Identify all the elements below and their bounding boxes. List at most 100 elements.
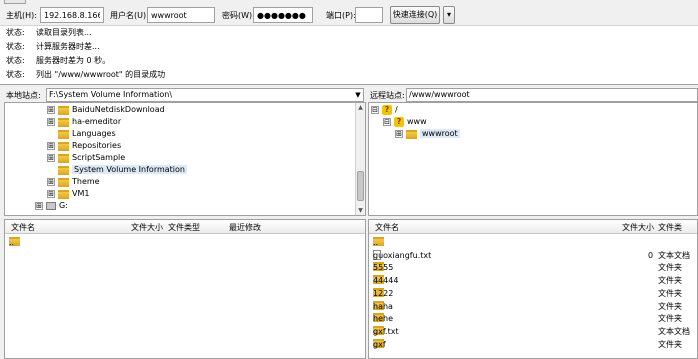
file-name: 1222 bbox=[373, 288, 394, 298]
quickconnect-bar: 主机(H): 用户名(U): 密码(W): 端口(P): 快速连接(Q) ▾ bbox=[0, 4, 698, 26]
file-row[interactable]: .. bbox=[5, 237, 365, 249]
tree-node-selected[interactable]: ⊞ wwwroot bbox=[395, 128, 460, 140]
log-line: 状态: 列出 "/www/wwwroot" 的目录成功 bbox=[6, 70, 166, 79]
port-label: 端口(P): bbox=[326, 11, 356, 20]
local-path-combobox[interactable]: F:\System Volume Information\ ▼ bbox=[46, 88, 364, 102]
file-row[interactable]: 44444 文件夹 bbox=[369, 275, 697, 287]
quickconnect-button[interactable]: 快速连接(Q) bbox=[390, 6, 440, 24]
column-header-filetype[interactable]: 文件类 bbox=[658, 222, 682, 233]
file-row[interactable]: 5555 文件夹 bbox=[369, 262, 697, 274]
column-header-filename[interactable]: 文件名 bbox=[375, 222, 399, 233]
local-file-list[interactable]: 文件名 文件大小 文件类型 最近修改 .. bbox=[4, 219, 366, 359]
file-name: gxf.txt bbox=[373, 326, 399, 336]
file-row[interactable]: guoxiangfu.txt 0 文本文档 bbox=[369, 249, 697, 262]
folder-icon bbox=[58, 165, 69, 175]
file-type: 文本文档 bbox=[658, 326, 690, 336]
tree-node[interactable]: ⊟? www bbox=[383, 116, 427, 128]
file-name: 5555 bbox=[373, 263, 394, 273]
file-name: .. bbox=[9, 238, 15, 247]
local-site-label: 本地站点: bbox=[6, 91, 41, 100]
username-input[interactable] bbox=[147, 7, 215, 23]
folder-icon bbox=[58, 177, 69, 187]
chevron-down-icon[interactable]: ▼ bbox=[353, 89, 363, 101]
tree-node-selected[interactable]: System Volume Information bbox=[47, 164, 187, 176]
file-row[interactable]: .. bbox=[369, 237, 697, 249]
tree-node[interactable]: ⊞ Theme bbox=[47, 176, 100, 188]
tree-node-drive[interactable]: ⊞ G: bbox=[35, 200, 68, 212]
remote-file-list-header: 文件名 文件大小 文件类 bbox=[369, 220, 697, 234]
file-name: .. bbox=[373, 238, 379, 247]
folder-icon bbox=[58, 129, 69, 139]
host-label: 主机(H): bbox=[6, 11, 37, 20]
local-directory-tree[interactable]: ⊞ BaiduNetdiskDownload ⊞ ha-emeditor Langu… bbox=[4, 102, 366, 216]
collapse-icon[interactable]: ⊟ bbox=[383, 118, 391, 126]
file-row[interactable]: haha 文件夹 bbox=[369, 300, 697, 313]
expand-icon[interactable]: ⊞ bbox=[47, 178, 55, 186]
drive-icon bbox=[46, 202, 56, 210]
file-type: 文件夹 bbox=[658, 301, 682, 311]
log-line: 状态: 计算服务器时差... bbox=[6, 42, 100, 51]
expand-icon[interactable]: ⊞ bbox=[47, 106, 55, 114]
log-line: 状态: 读取目录列表... bbox=[6, 28, 92, 37]
tree-node[interactable]: ⊟? / bbox=[371, 104, 398, 116]
file-name: hehe bbox=[373, 314, 393, 324]
local-file-list-header: 文件名 文件大小 文件类型 最近修改 bbox=[5, 220, 365, 234]
expand-icon[interactable]: ⊞ bbox=[47, 118, 55, 126]
local-path-text: F:\System Volume Information\ bbox=[49, 90, 173, 99]
local-site-bar: 本地站点: F:\System Volume Information\ ▼ bbox=[4, 88, 364, 102]
username-label: 用户名(U): bbox=[110, 11, 149, 20]
file-type: 文本文档 bbox=[658, 250, 690, 260]
port-input[interactable] bbox=[355, 7, 383, 23]
file-type: 文件夹 bbox=[658, 276, 682, 286]
tree-node[interactable]: ⊞ Repositories bbox=[47, 140, 121, 152]
file-row[interactable]: 1222 文件夹 bbox=[369, 287, 697, 300]
file-type: 文件夹 bbox=[658, 288, 682, 298]
tree-node[interactable]: ⊞ ScriptSample bbox=[47, 152, 125, 164]
password-input[interactable] bbox=[253, 7, 313, 23]
folder-icon bbox=[406, 129, 417, 139]
remote-site-label: 远程站点: bbox=[370, 91, 405, 100]
tree-node[interactable]: ⊞ VM1 bbox=[47, 188, 89, 200]
file-name: haha bbox=[373, 301, 393, 311]
file-row[interactable]: hehe 文件夹 bbox=[369, 313, 697, 325]
file-row[interactable]: gxf.txt 文本文档 bbox=[369, 325, 697, 338]
tree-node[interactable]: Languages bbox=[47, 128, 116, 140]
unknown-folder-icon: ? bbox=[394, 117, 404, 127]
file-name: gxf bbox=[373, 339, 386, 349]
expand-icon[interactable]: ⊞ bbox=[395, 130, 403, 138]
remote-directory-tree[interactable]: ⊟? / ⊟? www ⊞ wwwroot bbox=[368, 102, 698, 216]
column-header-filesize[interactable]: 文件大小 bbox=[622, 222, 654, 233]
scrollbar-thumb[interactable] bbox=[357, 171, 364, 201]
file-name: 44444 bbox=[373, 276, 399, 286]
column-header-modified[interactable]: 最近修改 bbox=[229, 222, 261, 233]
quickconnect-dropdown-button[interactable]: ▾ bbox=[443, 6, 455, 24]
scroll-up-icon[interactable]: ▲ bbox=[356, 103, 365, 112]
expand-icon[interactable]: ⊞ bbox=[47, 190, 55, 198]
column-header-filetype[interactable]: 文件类型 bbox=[168, 222, 200, 233]
message-log[interactable]: 状态: 读取目录列表... 状态: 计算服务器时差... 状态: 服务器时差为 0 秒… bbox=[0, 26, 698, 85]
file-type: 文件夹 bbox=[658, 314, 682, 324]
tree-node[interactable]: ⊞ ha-emeditor bbox=[47, 116, 121, 128]
scroll-down-icon[interactable]: ▼ bbox=[356, 206, 365, 215]
unknown-folder-icon: ? bbox=[382, 105, 392, 115]
file-size: 0 bbox=[648, 250, 654, 260]
column-header-filesize[interactable]: 文件大小 bbox=[131, 222, 163, 233]
file-row[interactable]: gxf 文件夹 bbox=[369, 338, 697, 351]
expand-icon[interactable]: ⊞ bbox=[47, 142, 55, 150]
expand-icon[interactable]: ⊞ bbox=[35, 202, 43, 210]
remote-path-input[interactable]: /www/wwwroot bbox=[406, 88, 698, 102]
log-line: 状态: 服务器时差为 0 秒。 bbox=[6, 56, 111, 65]
remote-file-list[interactable]: 文件名 文件大小 文件类 .. guoxiangfu.txt 0 文本文档 5555… bbox=[368, 219, 698, 359]
remote-site-bar: 远程站点: /www/wwwroot bbox=[368, 88, 698, 102]
local-tree-scrollbar[interactable]: ▲ ▼ bbox=[355, 103, 365, 215]
folder-icon bbox=[58, 189, 69, 199]
column-header-filename[interactable]: 文件名 bbox=[11, 222, 35, 233]
expand-icon[interactable]: ⊞ bbox=[47, 154, 55, 162]
collapse-icon[interactable]: ⊟ bbox=[371, 106, 379, 114]
tree-node[interactable]: ⊞ BaiduNetdiskDownload bbox=[47, 104, 165, 116]
file-type: 文件夹 bbox=[658, 339, 682, 349]
folder-icon bbox=[58, 117, 69, 127]
file-name: guoxiangfu.txt bbox=[373, 250, 432, 260]
host-input[interactable] bbox=[40, 7, 104, 23]
folder-icon bbox=[58, 141, 69, 151]
